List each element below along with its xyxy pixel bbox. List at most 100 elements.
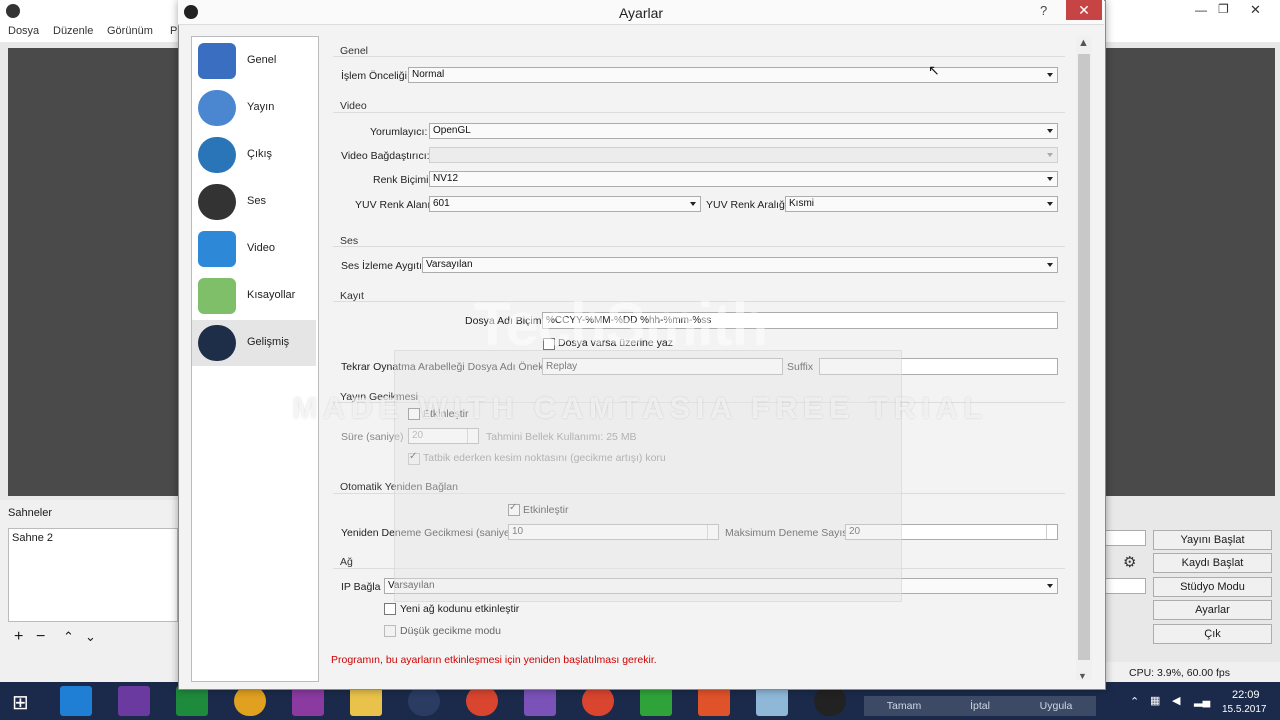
nav-label: Çıkış [247, 148, 273, 160]
tray-signal-icon[interactable]: ▂▄ [1194, 694, 1210, 707]
mixer-gear-icon[interactable]: ⚙ [1123, 553, 1136, 571]
studio-mode-button[interactable]: Stüdyo Modu [1153, 577, 1272, 597]
preview-area-right [1105, 48, 1275, 496]
yuv-space-label: YUV Renk Alanı [355, 199, 431, 211]
nav-label: Kısayollar [247, 289, 296, 301]
audio-monitor-combo[interactable]: Varsayılan [422, 257, 1058, 273]
hotkeys-icon [198, 278, 236, 314]
preview-area-left [8, 48, 178, 496]
nav-label: Yayın [247, 101, 275, 113]
nav-label: Ses [247, 195, 266, 207]
duration-spin[interactable] [1104, 578, 1146, 594]
camtasia-icon-2[interactable] [698, 686, 730, 716]
exit-button[interactable]: Çık [1153, 624, 1272, 644]
start-recording-button[interactable]: Kaydı Başlat [1153, 553, 1272, 573]
nav-item-hotkeys[interactable]: Kısayollar [192, 273, 316, 319]
chevron-down-icon [1047, 584, 1053, 588]
color-format-label: Renk Biçimi [373, 174, 429, 186]
explorer-icon[interactable] [350, 686, 382, 716]
menu-edit[interactable]: Düzenle [53, 25, 93, 37]
camtasia-icon-1[interactable] [640, 686, 672, 716]
settings-button[interactable]: Ayarlar [1153, 600, 1272, 620]
cancel-button[interactable]: İptal [940, 696, 1020, 716]
menu-view[interactable]: Görünüm [107, 25, 153, 37]
start-icon[interactable]: ⊞ [12, 690, 29, 715]
menu-file[interactable]: Dosya [8, 25, 39, 37]
nav-item-output[interactable]: Çıkış [192, 132, 316, 178]
chrome-icon-2[interactable] [582, 686, 614, 716]
video-icon [198, 231, 236, 267]
nav-label: Gelişmiş [247, 336, 290, 348]
dialog-title: Ayarlar [618, 5, 664, 21]
camtasia-watermark: MADE WITH CAMTASIA FREE TRIAL [292, 392, 988, 425]
start-stream-button[interactable]: Yayını Başlat [1153, 530, 1272, 550]
main-close-icon[interactable]: ✕ [1250, 2, 1261, 18]
taskbar-time: 22:09 [1232, 689, 1260, 701]
move-up-icon[interactable]: ⌃ [63, 629, 74, 645]
scenes-label: Sahneler [8, 507, 53, 519]
dialog-close-icon[interactable]: ✕ [1066, 0, 1102, 20]
chevron-down-icon [690, 202, 696, 206]
nav-label: Genel [247, 54, 277, 66]
tray-arrow-icon[interactable]: ⌃ [1130, 695, 1139, 708]
color-format-combo[interactable]: NV12 [429, 171, 1058, 187]
app-icon-4[interactable] [756, 686, 788, 716]
nav-item-audio[interactable]: Ses [192, 179, 316, 225]
nav-item-advanced[interactable]: Gelişmiş [192, 320, 316, 366]
scene-item[interactable]: Sahne 2 [12, 532, 53, 544]
nav-item-general[interactable]: Genel [192, 38, 316, 84]
low-latency-checkbox[interactable] [384, 625, 396, 637]
app-icon-3[interactable] [292, 686, 324, 716]
app-icon-2[interactable] [234, 686, 266, 716]
scroll-down-icon[interactable]: ▼ [1078, 671, 1087, 681]
hp-icon[interactable] [408, 686, 440, 716]
obs-task-icon[interactable] [814, 686, 846, 716]
scroll-up-icon[interactable]: ▲ [1078, 37, 1089, 49]
bind-ip-label: IP Bağla [341, 581, 381, 593]
section-network: Ağ [340, 556, 353, 568]
yuv-range-combo[interactable]: Kısmi [785, 196, 1058, 212]
add-scene-icon[interactable]: + [14, 628, 23, 646]
audio-monitor-value: Varsayılan [426, 259, 473, 270]
ok-button[interactable]: Tamam [864, 696, 944, 716]
nav-label: Video [247, 242, 275, 254]
menu-profile[interactable]: P [170, 25, 177, 37]
move-down-icon[interactable]: ⌄ [85, 629, 96, 645]
chevron-down-icon [1047, 153, 1053, 157]
chevron-down-icon [1047, 177, 1053, 181]
nav-item-video[interactable]: Video [192, 226, 316, 272]
ie-icon[interactable] [60, 686, 92, 716]
adapter-label: Video Bağdaştırıcı: [341, 150, 430, 162]
renderer-combo[interactable]: OpenGL [429, 123, 1058, 139]
priority-value: Normal [412, 69, 445, 80]
adapter-combo[interactable] [429, 147, 1058, 163]
obs-logo-icon [6, 4, 20, 18]
restore-icon[interactable]: ❐ [1218, 2, 1229, 16]
new-net-code-checkbox[interactable] [384, 603, 396, 615]
settings-scrollbar-thumb[interactable] [1078, 54, 1090, 660]
visual-studio-icon[interactable] [524, 686, 556, 716]
low-latency-label: Düşük gecikme modu [400, 625, 501, 637]
renderer-label: Yorumlayıcı: [370, 126, 428, 138]
chrome-icon-1[interactable] [466, 686, 498, 716]
apply-button[interactable]: Uygula [1016, 696, 1096, 716]
priority-label: İşlem Önceliği [341, 70, 407, 82]
excel-icon[interactable] [176, 686, 208, 716]
remove-scene-icon[interactable]: − [36, 628, 45, 646]
app-icon-1[interactable] [118, 686, 150, 716]
advanced-icon [198, 325, 236, 361]
chevron-down-icon [1047, 73, 1053, 77]
help-icon[interactable]: ? [1040, 3, 1047, 18]
yuv-space-combo[interactable]: 601 [429, 196, 701, 212]
chevron-down-icon [1047, 202, 1053, 206]
spin-arrows-icon[interactable] [1046, 525, 1057, 539]
mouse-cursor-icon: ↖ [928, 62, 940, 78]
priority-combo[interactable]: Normal [408, 67, 1058, 83]
new-net-code-label: Yeni ağ kodunu etkinleştir [400, 603, 520, 615]
minimize-icon[interactable]: — [1195, 3, 1207, 17]
tray-volume-icon[interactable]: ◀ [1172, 694, 1180, 707]
divider [333, 56, 1065, 57]
tray-network-icon[interactable]: ▦ [1150, 694, 1160, 707]
mixer-combo[interactable] [1104, 530, 1146, 546]
nav-item-stream[interactable]: Yayın [192, 85, 316, 131]
